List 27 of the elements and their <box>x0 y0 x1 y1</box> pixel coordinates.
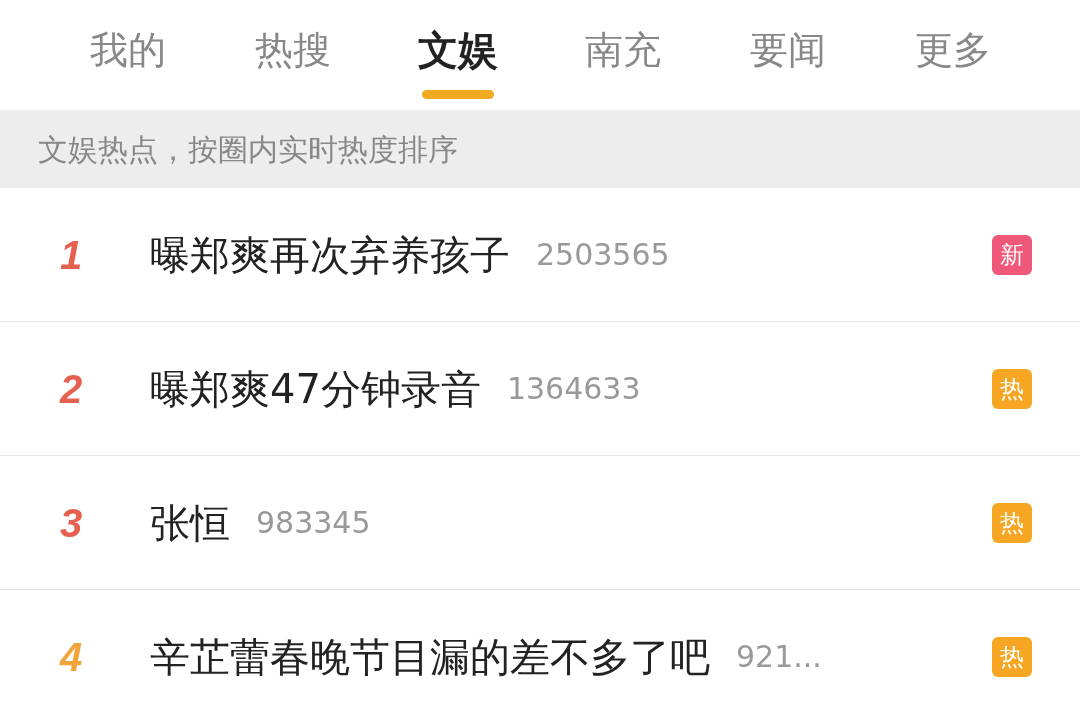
list-item[interactable]: 3 张恒 983345 热 <box>0 456 1080 590</box>
badge: 热 <box>992 636 1032 677</box>
tab[interactable]: 我的 <box>89 22 166 78</box>
item-title: 曝郑爽47分钟录音 <box>150 364 481 414</box>
badge: 热 <box>992 368 1032 409</box>
item-title: 辛芷蕾春晚节目漏的差不多了吧 <box>150 632 710 682</box>
list-item[interactable]: 4 辛芷蕾春晚节目漏的差不多了吧 921... 热 <box>0 590 1080 717</box>
tab[interactable]: 更多 <box>914 22 991 78</box>
heat-count: 1364633 <box>506 370 641 408</box>
tab[interactable]: 文娱 <box>417 22 498 78</box>
heat-count: 2503565 <box>536 236 670 274</box>
section-subtitle: 文娱热点，按圈内实时热度排序 <box>38 130 458 169</box>
rank-number: 4 <box>60 633 84 681</box>
list-item[interactable]: 1 曝郑爽再次弃养孩子 2503565 新 <box>0 188 1080 322</box>
heat-count: 983345 <box>256 504 371 542</box>
heat-count: 921... <box>736 638 822 676</box>
tab[interactable]: 热搜 <box>254 22 331 78</box>
rank-number: 1 <box>60 231 84 279</box>
tab[interactable]: 南充 <box>584 22 661 78</box>
tab[interactable]: 要闻 <box>749 22 826 78</box>
badge: 新 <box>992 234 1032 275</box>
item-title: 曝郑爽再次弃养孩子 <box>150 230 510 280</box>
item-title: 张恒 <box>150 498 230 548</box>
rank-number: 2 <box>60 365 84 413</box>
badge: 热 <box>992 502 1032 543</box>
rank-number: 3 <box>60 499 84 547</box>
list-item[interactable]: 2 曝郑爽47分钟录音 1364633 热 <box>0 322 1080 456</box>
